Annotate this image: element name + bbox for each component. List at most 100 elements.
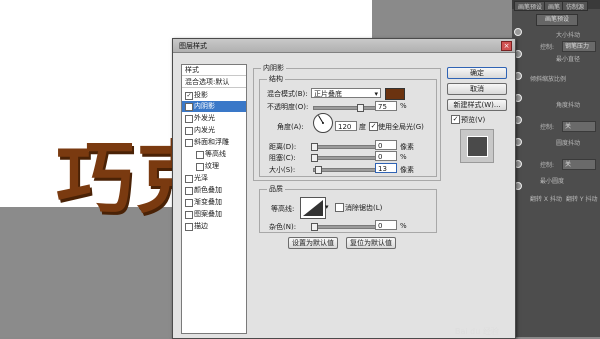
min-roundness-label: 最小圆度 <box>540 178 565 185</box>
noise-label: 杂色(N): <box>269 223 297 231</box>
style-checkbox[interactable] <box>185 223 193 231</box>
style-item-satin[interactable]: 光泽 <box>182 173 246 184</box>
choke-slider[interactable] <box>313 156 377 160</box>
watermark-text: Bai du 经验 <box>455 327 499 336</box>
style-item-gradient-overlay[interactable]: 渐变叠加 <box>182 197 246 208</box>
style-item-label: 外发光 <box>194 114 215 122</box>
style-item-inner-shadow[interactable]: ✓ 内阴影 <box>182 101 246 112</box>
global-light-label: 使用全局光(G) <box>378 123 424 131</box>
style-checkbox[interactable] <box>185 115 193 123</box>
new-style-button[interactable]: 新建样式(W)... <box>447 99 507 111</box>
style-preview-box <box>460 129 494 163</box>
size-slider-thumb[interactable] <box>315 166 322 174</box>
style-item-drop-shadow[interactable]: ✓ 投影 <box>182 90 246 101</box>
size-slider[interactable] <box>313 168 377 172</box>
size-unit: 像素 <box>400 166 414 174</box>
control-label-2: 控制: <box>540 124 555 131</box>
brush-panel-tabbar: 画笔预设 画笔 仿制源 <box>512 0 600 11</box>
style-item-color-overlay[interactable]: 颜色叠加 <box>182 185 246 196</box>
opacity-slider[interactable] <box>313 106 377 110</box>
angle-input[interactable]: 120 <box>335 121 357 131</box>
control-select[interactable]: 钢笔压力 <box>562 41 596 52</box>
roundness-jitter-label: 圆度抖动 <box>556 140 581 147</box>
style-checkbox[interactable] <box>185 139 193 147</box>
style-item-label: 图案叠加 <box>194 210 222 218</box>
style-checkbox[interactable] <box>185 127 193 135</box>
opacity-slider-thumb[interactable] <box>356 104 364 112</box>
style-item-label: 纹理 <box>205 162 219 170</box>
choke-input[interactable]: 0 <box>375 151 397 161</box>
contour-dropdown-icon[interactable]: ▾ <box>325 203 329 211</box>
min-diameter-label: 最小直径 <box>556 56 581 63</box>
style-preview-swatch <box>467 136 488 157</box>
styles-header[interactable]: 样式 <box>182 65 246 76</box>
style-checkbox[interactable] <box>185 199 193 207</box>
choke-unit: % <box>400 153 407 161</box>
choke-slider-thumb[interactable] <box>311 154 318 162</box>
style-checkbox[interactable] <box>185 211 193 219</box>
style-item-contour[interactable]: 等高线 <box>182 149 246 160</box>
chevron-down-icon: ▾ <box>374 90 378 98</box>
distance-input[interactable]: 0 <box>375 140 397 150</box>
contour-picker[interactable] <box>300 197 326 219</box>
opacity-input[interactable]: 75 <box>375 101 397 111</box>
contour-label: 等高线: <box>271 205 295 213</box>
linear-contour-icon <box>303 200 323 216</box>
control-select-3[interactable]: 关 <box>562 159 596 170</box>
close-button[interactable]: × <box>501 41 512 51</box>
style-item-label: 斜面和浮雕 <box>194 138 229 146</box>
style-item-outer-glow[interactable]: 外发光 <box>182 113 246 124</box>
size-label: 大小(S): <box>269 166 296 174</box>
tilt-scale-label: 倾斜缩放比例 <box>530 76 567 83</box>
opacity-unit: % <box>400 102 407 110</box>
dialog-titlebar[interactable]: 图层样式 × <box>173 39 515 53</box>
control-select-2[interactable]: 关 <box>562 121 596 132</box>
ok-button[interactable]: 确定 <box>447 67 507 79</box>
tab-brush[interactable]: 画笔 <box>544 1 565 11</box>
style-checkbox[interactable] <box>196 151 204 159</box>
angle-dial[interactable] <box>313 113 333 133</box>
noise-slider-thumb[interactable] <box>311 223 318 231</box>
style-item-label: 内发光 <box>194 126 215 134</box>
style-item-texture[interactable]: 纹理 <box>182 161 246 172</box>
style-item-label: 等高线 <box>205 150 226 158</box>
flip-x-jitter-label[interactable]: 翻转 X 抖动 <box>530 194 564 203</box>
tab-brush-presets[interactable]: 画笔预设 <box>514 1 547 11</box>
noise-input[interactable]: 0 <box>375 220 397 230</box>
style-item-pattern-overlay[interactable]: 图案叠加 <box>182 209 246 220</box>
style-item-label: 渐变叠加 <box>194 198 222 206</box>
global-light-checkbox[interactable]: ✓ <box>369 122 378 131</box>
style-checkbox[interactable]: ✓ <box>185 92 193 100</box>
tab-clone-source[interactable]: 仿制源 <box>562 1 589 11</box>
reset-default-button[interactable]: 复位为默认值 <box>346 237 396 249</box>
style-item-bevel-emboss[interactable]: 斜面和浮雕 <box>182 137 246 148</box>
preview-checkbox[interactable]: ✓ <box>451 115 460 124</box>
style-item-inner-glow[interactable]: 内发光 <box>182 125 246 136</box>
style-checkbox[interactable] <box>185 175 193 183</box>
noise-slider[interactable] <box>313 225 377 229</box>
shadow-color-swatch[interactable] <box>385 88 405 100</box>
blend-options-item[interactable]: 混合选项:默认 <box>182 77 246 88</box>
angle-jitter-label: 角度抖动 <box>556 102 581 109</box>
style-item-label: 描边 <box>194 222 208 230</box>
blend-mode-select[interactable]: 正片叠底 ▾ <box>311 88 381 98</box>
cancel-button[interactable]: 取消 <box>447 83 507 95</box>
flip-y-jitter-label[interactable]: 翻转 Y 抖动 <box>566 194 600 203</box>
brush-presets-button[interactable]: 画笔预设 <box>536 14 578 26</box>
size-input[interactable]: 13 <box>375 163 397 173</box>
distance-slider[interactable] <box>313 145 377 149</box>
blend-mode-label: 混合模式(B): <box>267 90 308 98</box>
style-item-stroke[interactable]: 描边 <box>182 221 246 232</box>
distance-slider-thumb[interactable] <box>311 143 318 151</box>
angle-unit: 度 <box>359 123 366 131</box>
dialog-title: 图层样式 <box>179 42 207 50</box>
panel-bullet-icon[interactable] <box>514 28 522 36</box>
antialias-checkbox[interactable] <box>335 203 344 212</box>
style-item-label: 光泽 <box>194 174 208 182</box>
quality-title: 品质 <box>267 184 285 194</box>
style-checkbox[interactable] <box>185 187 193 195</box>
style-checkbox[interactable] <box>196 163 204 171</box>
set-default-button[interactable]: 设置为默认值 <box>288 237 338 249</box>
blend-mode-value: 正片叠底 <box>314 90 342 98</box>
style-checkbox[interactable]: ✓ <box>185 103 193 111</box>
